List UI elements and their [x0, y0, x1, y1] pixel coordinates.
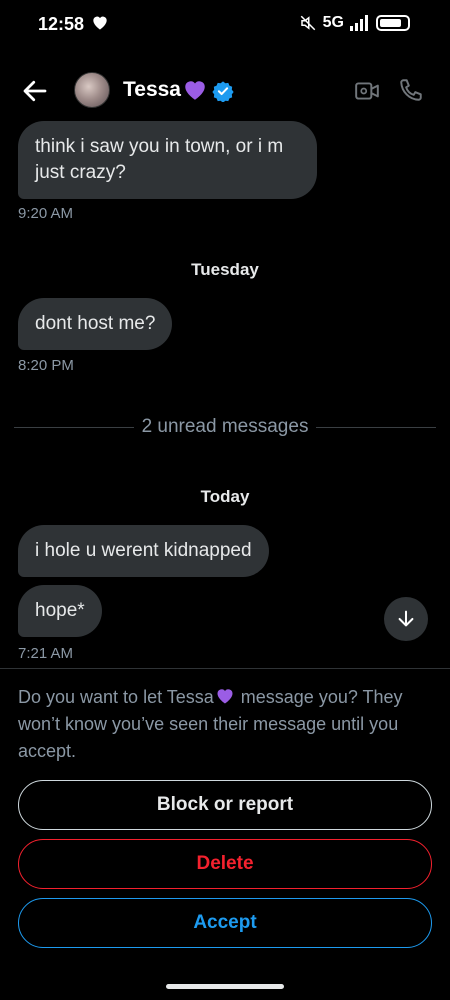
battery-level [380, 19, 401, 27]
prompt-text: Do you want to let Tessa [18, 687, 214, 707]
accept-button[interactable]: Accept [18, 898, 432, 948]
signal-icon [350, 15, 368, 31]
message-bubble[interactable]: dont host me? [18, 298, 173, 350]
unread-count-label: 2 unread messages [141, 416, 309, 437]
status-icons: 5G [299, 14, 410, 32]
mute-icon [300, 15, 315, 31]
arrow-down-icon [398, 610, 414, 627]
message-timestamp: 7:21 AM [18, 645, 74, 662]
avatar[interactable] [74, 72, 110, 108]
phone-call-icon[interactable] [398, 77, 424, 103]
divider-line [316, 426, 437, 428]
message-timestamp: 8:20 PM [18, 357, 74, 374]
message-bubble[interactable]: think i saw you in town, or i m just cra… [18, 121, 317, 199]
message-bubble[interactable]: i hole u werent kidnapped [18, 525, 269, 577]
video-call-icon[interactable] [354, 78, 380, 104]
back-arrow-icon[interactable] [20, 76, 50, 106]
home-indicator[interactable] [166, 984, 284, 989]
day-separator: Today [200, 487, 250, 506]
contact-name[interactable]: Tessa [123, 78, 181, 102]
unread-divider: 2 unread messages [14, 416, 437, 438]
section-divider [0, 668, 450, 669]
battery-icon [376, 15, 410, 31]
day-separator: Tuesday [191, 260, 259, 279]
delete-button[interactable]: Delete [18, 839, 432, 889]
status-time: 12:58 [38, 14, 85, 34]
scroll-to-bottom-button[interactable] [384, 597, 428, 641]
message-timestamp: 9:20 AM [18, 205, 74, 222]
purple-heart-icon [185, 81, 205, 100]
purple-heart-icon [217, 689, 233, 704]
divider-line [14, 426, 134, 428]
block-or-report-button[interactable]: Block or report [18, 780, 432, 830]
verified-badge-icon [212, 81, 234, 102]
network-type: 5G [322, 14, 344, 31]
message-bubble[interactable]: hope* [18, 585, 102, 637]
status-bar: 12:58 5G [0, 0, 450, 50]
conversation-header: Tessa [0, 60, 450, 120]
message-request-prompt: Do you want to let Tessa message you? Th… [18, 684, 432, 765]
heart-icon [93, 16, 107, 30]
